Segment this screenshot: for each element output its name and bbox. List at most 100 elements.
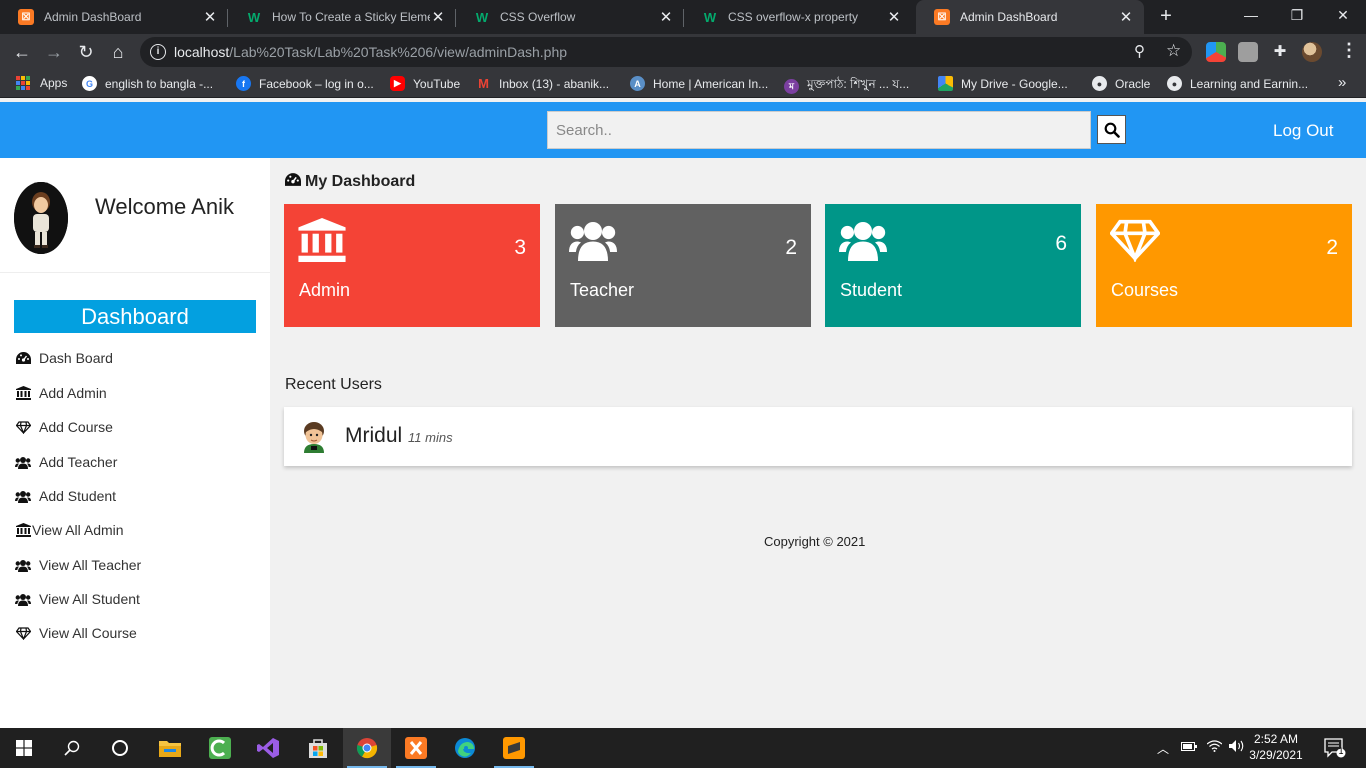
reload-button[interactable]: ↻	[72, 38, 100, 66]
tab-title: Admin DashBoard	[44, 10, 142, 24]
facebook-icon: f	[236, 76, 251, 91]
wifi-icon[interactable]	[1206, 740, 1223, 755]
new-tab-button[interactable]: +	[1154, 4, 1178, 28]
dashboard-heading: Dashboard	[14, 300, 256, 333]
bookmark-item[interactable]: f Facebook – log in o...	[236, 76, 374, 91]
teacher-card[interactable]: 2 Teacher	[555, 204, 811, 327]
bookmark-item[interactable]: G english to bangla -...	[82, 76, 213, 91]
bookmark-label: Home | American In...	[653, 76, 769, 91]
xampp-icon[interactable]	[392, 728, 440, 768]
recent-users-heading: Recent Users	[285, 376, 382, 393]
extension-icon[interactable]	[1206, 42, 1226, 62]
forward-button[interactable]: →	[40, 38, 68, 66]
user-name: Mridul	[345, 424, 403, 447]
extension-icon[interactable]	[1238, 42, 1258, 62]
menu-view-all-teacher[interactable]: View All Teacher	[15, 557, 141, 573]
user-time: 11 mins	[408, 430, 453, 445]
menu-view-all-course[interactable]: View All Course	[15, 625, 137, 641]
system-clock[interactable]: 2:52 AM 3/29/2021	[1242, 731, 1310, 763]
close-window-button[interactable]: ✕	[1320, 0, 1366, 30]
back-button[interactable]: ←	[8, 38, 36, 66]
notification-center-icon[interactable]: 1	[1324, 738, 1346, 761]
close-tab-icon[interactable]: ✕	[658, 8, 674, 26]
bookmark-item[interactable]: ▶ YouTube	[390, 76, 460, 91]
bookmark-item[interactable]: ম মুক্তপাঠ: শিখুন ... য...	[784, 76, 909, 96]
restore-button[interactable]: ❐	[1274, 0, 1320, 30]
close-tab-icon[interactable]: ✕	[202, 8, 218, 26]
menu-view-all-student[interactable]: View All Student	[15, 591, 140, 607]
bookmark-label: Facebook – log in o...	[259, 76, 374, 91]
browser-tab[interactable]: ☒ Admin DashBoard ✕	[0, 0, 228, 34]
browser-tab[interactable]: W CSS overflow-x property ✕	[684, 0, 912, 34]
dashboard-icon	[285, 173, 301, 191]
teacher-label: Teacher	[570, 280, 635, 300]
menu-label: View All Course	[39, 625, 137, 641]
student-card[interactable]: 6 Student	[825, 204, 1081, 327]
admin-card[interactable]: 3 Admin	[284, 204, 540, 327]
menu-add-course[interactable]: Add Course	[15, 419, 113, 435]
menu-label: Add Course	[39, 419, 113, 435]
bookmark-label: Inbox (13) - abanik...	[499, 76, 610, 91]
youtube-icon: ▶	[390, 76, 405, 91]
cortana-icon[interactable]	[96, 728, 144, 768]
edge-icon[interactable]	[441, 728, 489, 768]
institution-icon	[298, 218, 346, 267]
diamond-icon	[15, 626, 31, 640]
browser-tab[interactable]: W CSS Overflow ✕	[456, 0, 684, 34]
menu-label: Add Student	[39, 488, 117, 504]
minimize-button[interactable]: —	[1228, 0, 1274, 30]
search-input[interactable]	[547, 111, 1091, 149]
bookmark-item[interactable]: ● Oracle	[1092, 76, 1150, 91]
globe-icon: ●	[1167, 76, 1182, 91]
menu-add-admin[interactable]: Add Admin	[15, 385, 107, 401]
bookmark-item[interactable]: A Home | American In...	[630, 76, 768, 91]
extensions-puzzle-icon[interactable]: ✚	[1270, 42, 1290, 62]
chrome-menu-icon[interactable]: ⋮	[1340, 40, 1358, 61]
profile-avatar-icon[interactable]	[1302, 42, 1322, 62]
menu-dash-board[interactable]: Dash Board	[15, 350, 113, 366]
divider	[0, 272, 270, 273]
close-tab-icon[interactable]: ✕	[886, 8, 902, 26]
windows-start-icon[interactable]	[0, 728, 48, 768]
google-drive-icon	[938, 76, 953, 91]
bookmark-apps[interactable]: Apps	[16, 76, 67, 90]
show-hidden-icons-icon[interactable]: ︿	[1157, 740, 1169, 757]
bookmark-item[interactable]: My Drive - Google...	[938, 76, 1068, 91]
menu-add-student[interactable]: Add Student	[15, 488, 116, 504]
address-bar[interactable]: i localhost/Lab%20Task/Lab%20Task%206/vi…	[140, 37, 1192, 67]
bookmark-star-icon[interactable]: ☆	[1166, 41, 1181, 61]
browser-tab-active[interactable]: ☒ Admin DashBoard ✕	[916, 0, 1144, 34]
browser-tab-strip: ☒ Admin DashBoard ✕ W How To Create a St…	[0, 0, 1366, 34]
student-label: Student	[840, 280, 903, 300]
more-bookmarks-icon[interactable]: »	[1338, 74, 1346, 91]
close-tab-icon[interactable]: ✕	[1118, 8, 1134, 26]
visual-studio-icon[interactable]	[244, 728, 292, 768]
battery-icon[interactable]	[1181, 740, 1197, 755]
store-icon[interactable]	[294, 728, 342, 768]
tab-title: CSS overflow-x property	[728, 10, 859, 24]
users-icon	[15, 592, 31, 606]
sublime-icon[interactable]	[490, 728, 538, 768]
courses-card[interactable]: 2 Courses	[1096, 204, 1352, 327]
home-button[interactable]: ⌂	[104, 38, 132, 66]
browser-tab[interactable]: W How To Create a Sticky Elemen ✕	[228, 0, 456, 34]
menu-view-all-admin[interactable]: View All Admin	[15, 522, 124, 538]
chrome-icon[interactable]	[343, 728, 391, 768]
search-icon[interactable]	[48, 728, 96, 768]
bookmark-label: My Drive - Google...	[961, 76, 1068, 91]
search-button[interactable]	[1097, 115, 1126, 144]
site-info-icon[interactable]: i	[150, 44, 166, 60]
bookmark-item[interactable]: ● Learning and Earnin...	[1167, 76, 1308, 91]
zoom-icon[interactable]: ⚲	[1134, 42, 1145, 60]
menu-add-teacher[interactable]: Add Teacher	[15, 454, 117, 470]
file-explorer-icon[interactable]	[146, 728, 194, 768]
logout-link[interactable]: Log Out	[1273, 121, 1334, 141]
welcome-text: Welcome Anik	[95, 194, 234, 219]
camtasia-icon[interactable]	[196, 728, 244, 768]
bookmark-item[interactable]: M Inbox (13) - abanik...	[476, 76, 609, 91]
w3schools-icon: W	[475, 9, 489, 25]
gmail-icon: M	[478, 76, 489, 91]
close-tab-icon[interactable]: ✕	[430, 8, 446, 26]
recent-user-name: Mridul 11 mins	[345, 424, 453, 448]
teacher-count: 2	[785, 236, 797, 259]
